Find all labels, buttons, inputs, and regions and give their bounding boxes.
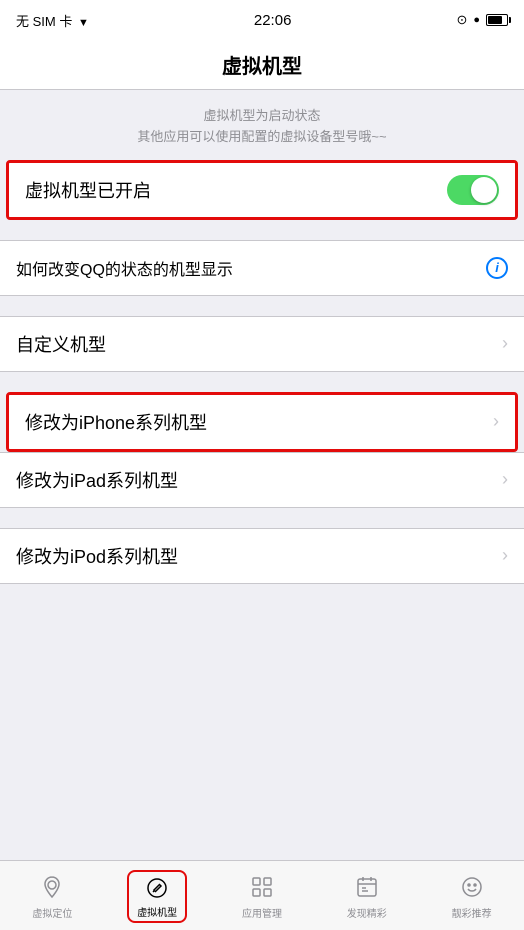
iphone-section-wrapper: 修改为iPhone系列机型 › [4,392,520,452]
info-icon[interactable]: i [486,257,508,279]
toggle-switch[interactable] [447,175,499,205]
status-icons: ⊙ ● [456,12,508,28]
tab-discover[interactable]: 发现精彩 [314,861,419,930]
apps-icon [248,873,276,901]
tab-apps-label: 应用管理 [242,905,282,920]
battery-icon [486,14,508,26]
tab-location[interactable]: 虚拟定位 [0,861,105,930]
chevron-icon: › [502,333,508,354]
ipad-label: 修改为iPad系列机型 [16,467,178,493]
iphone-label: 修改为iPhone系列机型 [25,409,207,435]
toggle-label: 虚拟机型已开启 [25,177,151,203]
location-icon [38,873,66,901]
ipod-row[interactable]: 修改为iPod系列机型 › [0,529,524,583]
description-line1: 虚拟机型为启动状态 [20,106,504,127]
description-area: 虚拟机型为启动状态 其他应用可以使用配置的虚拟设备型号哦~~ [0,90,524,160]
chevron-icon-ipod: › [502,545,508,566]
ipod-section: 修改为iPod系列机型 › [0,528,524,584]
ipad-row[interactable]: 修改为iPad系列机型 › [0,453,524,507]
recommend-icon [458,873,486,901]
tab-discover-label: 发现精彩 [347,905,387,920]
status-bar: 无 SIM 卡 ▼ 22:06 ⊙ ● [0,0,524,40]
ipod-label: 修改为iPod系列机型 [16,543,178,569]
qq-section: 如何改变QQ的状态的机型显示 i [0,240,524,296]
tab-recommend-label: 靓彩推荐 [452,905,492,920]
description-line2: 其他应用可以使用配置的虚拟设备型号哦~~ [20,127,504,148]
tab-virtual-label: 虚拟机型 [137,904,177,919]
status-time: 22:06 [254,12,292,29]
custom-row[interactable]: 自定义机型 › [0,317,524,371]
custom-section: 自定义机型 › [0,316,524,372]
content-area: 虚拟机型为启动状态 其他应用可以使用配置的虚拟设备型号哦~~ 虚拟机型已开启 如… [0,90,524,860]
discover-icon [353,873,381,901]
toggle-highlight-border: 虚拟机型已开启 [6,160,518,220]
iphone-highlight-border: 修改为iPhone系列机型 › [6,392,518,452]
tab-recommend[interactable]: 靓彩推荐 [419,861,524,930]
toggle-thumb [471,177,497,203]
tab-bar: 虚拟定位 虚拟机型 应用管理 [0,860,524,930]
chevron-icon-ipad: › [502,469,508,490]
sim-label: 无 SIM 卡 ▼ [16,11,89,30]
qq-row[interactable]: 如何改变QQ的状态的机型显示 i [0,241,524,295]
tab-apps[interactable]: 应用管理 [210,861,315,930]
virtual-icon [143,874,171,902]
nav-title: 虚拟机型 [222,50,302,79]
tab-location-label: 虚拟定位 [32,905,72,920]
chevron-icon-iphone: › [493,411,499,432]
custom-label: 自定义机型 [16,331,106,357]
qq-label: 如何改变QQ的状态的机型显示 [16,256,233,280]
nav-bar: 虚拟机型 [0,40,524,90]
iphone-row[interactable]: 修改为iPhone系列机型 › [9,395,515,449]
ipad-section: 修改为iPad系列机型 › [0,452,524,508]
toggle-row[interactable]: 虚拟机型已开启 [9,163,515,217]
toggle-section-wrapper: 虚拟机型已开启 [4,160,520,220]
tab-virtual[interactable]: 虚拟机型 [105,861,210,930]
